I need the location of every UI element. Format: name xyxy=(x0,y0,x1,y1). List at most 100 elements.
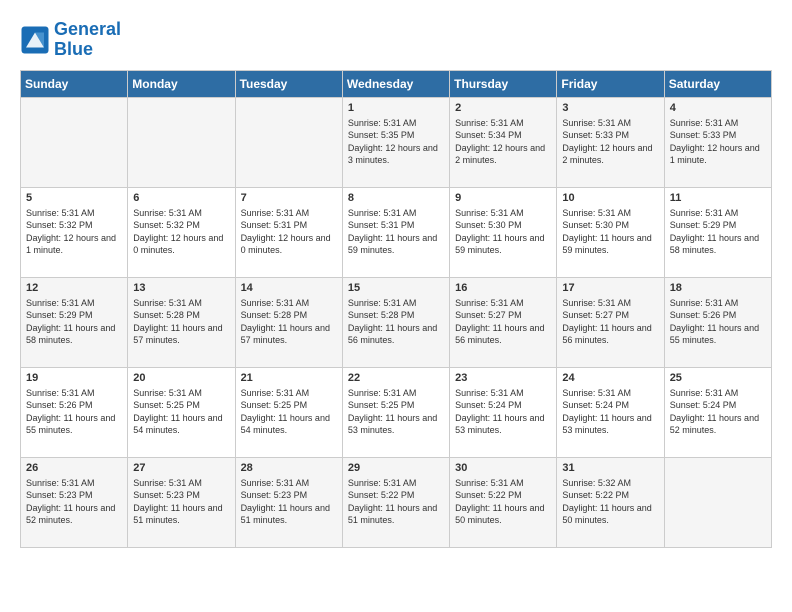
day-header-monday: Monday xyxy=(128,70,235,97)
day-number: 27 xyxy=(133,462,229,474)
day-header-sunday: Sunday xyxy=(21,70,128,97)
day-number: 11 xyxy=(670,192,766,204)
calendar-cell: 1Sunrise: 5:31 AM Sunset: 5:35 PM Daylig… xyxy=(342,97,449,187)
day-info: Sunrise: 5:31 AM Sunset: 5:25 PM Dayligh… xyxy=(241,387,337,437)
day-number: 15 xyxy=(348,282,444,294)
day-info: Sunrise: 5:31 AM Sunset: 5:23 PM Dayligh… xyxy=(241,477,337,527)
day-number: 18 xyxy=(670,282,766,294)
logo-icon xyxy=(20,25,50,55)
day-info: Sunrise: 5:31 AM Sunset: 5:29 PM Dayligh… xyxy=(26,297,122,347)
calendar-cell: 24Sunrise: 5:31 AM Sunset: 5:24 PM Dayli… xyxy=(557,367,664,457)
day-number: 22 xyxy=(348,372,444,384)
day-info: Sunrise: 5:31 AM Sunset: 5:28 PM Dayligh… xyxy=(133,297,229,347)
calendar-cell: 3 Sunrise: 5:31 AM Sunset: 5:33 PM Daylig… xyxy=(557,97,664,187)
day-number: 3 xyxy=(562,102,658,114)
day-info: Sunrise: 5:31 AM Sunset: 5:26 PM Dayligh… xyxy=(26,387,122,437)
day-header-wednesday: Wednesday xyxy=(342,70,449,97)
day-header-tuesday: Tuesday xyxy=(235,70,342,97)
day-number: 21 xyxy=(241,372,337,384)
header-row: SundayMondayTuesdayWednesdayThursdayFrid… xyxy=(21,70,772,97)
day-info: Sunrise: 5:31 AM Sunset: 5:27 PM Dayligh… xyxy=(562,297,658,347)
day-info: Sunrise: 5:31 AM Sunset: 5:24 PM Dayligh… xyxy=(455,387,551,437)
calendar-cell: 15Sunrise: 5:31 AM Sunset: 5:28 PM Dayli… xyxy=(342,277,449,367)
day-number: 14 xyxy=(241,282,337,294)
calendar-week-3: 12 Sunrise: 5:31 AM Sunset: 5:29 PM Dayli… xyxy=(21,277,772,367)
day-header-thursday: Thursday xyxy=(450,70,557,97)
day-number: 4 xyxy=(670,102,766,114)
calendar-cell: 18 Sunrise: 5:31 AM Sunset: 5:26 PM Dayli… xyxy=(664,277,771,367)
calendar-cell: 12 Sunrise: 5:31 AM Sunset: 5:29 PM Dayli… xyxy=(21,277,128,367)
day-info: Sunrise: 5:31 AM Sunset: 5:32 PM Dayligh… xyxy=(133,207,229,257)
day-info: Sunrise: 5:31 AM Sunset: 5:29 PM Dayligh… xyxy=(670,207,766,257)
calendar-cell: 14Sunrise: 5:31 AM Sunset: 5:28 PM Dayli… xyxy=(235,277,342,367)
calendar-cell: 29 Sunrise: 5:31 AM Sunset: 5:22 PM Dayli… xyxy=(342,457,449,547)
day-number: 23 xyxy=(455,372,551,384)
calendar-cell: 5 Sunrise: 5:31 AM Sunset: 5:32 PM Daylig… xyxy=(21,187,128,277)
logo: General Blue xyxy=(20,20,121,60)
calendar-cell: 2 Sunrise: 5:31 AM Sunset: 5:34 PM Daylig… xyxy=(450,97,557,187)
day-number: 2 xyxy=(455,102,551,114)
calendar-cell: 28 Sunrise: 5:31 AM Sunset: 5:23 PM Dayli… xyxy=(235,457,342,547)
calendar-cell xyxy=(128,97,235,187)
day-number: 30 xyxy=(455,462,551,474)
calendar-cell: 23 Sunrise: 5:31 AM Sunset: 5:24 PM Dayli… xyxy=(450,367,557,457)
day-info: Sunrise: 5:31 AM Sunset: 5:33 PM Dayligh… xyxy=(562,117,658,167)
day-number: 6 xyxy=(133,192,229,204)
day-header-saturday: Saturday xyxy=(664,70,771,97)
day-number: 10 xyxy=(562,192,658,204)
calendar-cell: 4 Sunrise: 5:31 AM Sunset: 5:33 PM Daylig… xyxy=(664,97,771,187)
day-info: Sunrise: 5:31 AM Sunset: 5:25 PM Dayligh… xyxy=(348,387,444,437)
day-info: Sunrise: 5:31 AM Sunset: 5:22 PM Dayligh… xyxy=(348,477,444,527)
calendar-cell: 27 Sunrise: 5:31 AM Sunset: 5:23 PM Dayli… xyxy=(128,457,235,547)
calendar-week-4: 19Sunrise: 5:31 AM Sunset: 5:26 PM Dayli… xyxy=(21,367,772,457)
calendar-header: SundayMondayTuesdayWednesdayThursdayFrid… xyxy=(21,70,772,97)
calendar-cell xyxy=(235,97,342,187)
calendar-table: SundayMondayTuesdayWednesdayThursdayFrid… xyxy=(20,70,772,548)
calendar-cell: 26Sunrise: 5:31 AM Sunset: 5:23 PM Dayli… xyxy=(21,457,128,547)
day-info: Sunrise: 5:31 AM Sunset: 5:34 PM Dayligh… xyxy=(455,117,551,167)
calendar-cell: 11 Sunrise: 5:31 AM Sunset: 5:29 PM Dayli… xyxy=(664,187,771,277)
day-number: 20 xyxy=(133,372,229,384)
calendar-week-2: 5 Sunrise: 5:31 AM Sunset: 5:32 PM Daylig… xyxy=(21,187,772,277)
day-number: 17 xyxy=(562,282,658,294)
calendar-cell: 22 Sunrise: 5:31 AM Sunset: 5:25 PM Dayli… xyxy=(342,367,449,457)
calendar-cell xyxy=(664,457,771,547)
day-info: Sunrise: 5:31 AM Sunset: 5:24 PM Dayligh… xyxy=(670,387,766,437)
day-info: Sunrise: 5:31 AM Sunset: 5:35 PM Dayligh… xyxy=(348,117,444,167)
day-number: 7 xyxy=(241,192,337,204)
calendar-cell: 19Sunrise: 5:31 AM Sunset: 5:26 PM Dayli… xyxy=(21,367,128,457)
calendar-cell: 20Sunrise: 5:31 AM Sunset: 5:25 PM Dayli… xyxy=(128,367,235,457)
calendar-cell: 7Sunrise: 5:31 AM Sunset: 5:31 PM Daylig… xyxy=(235,187,342,277)
day-number: 8 xyxy=(348,192,444,204)
day-number: 28 xyxy=(241,462,337,474)
calendar-cell: 13 Sunrise: 5:31 AM Sunset: 5:28 PM Dayli… xyxy=(128,277,235,367)
day-header-friday: Friday xyxy=(557,70,664,97)
logo-text: General Blue xyxy=(54,20,121,60)
calendar-body: 1Sunrise: 5:31 AM Sunset: 5:35 PM Daylig… xyxy=(21,97,772,547)
day-number: 16 xyxy=(455,282,551,294)
calendar-week-5: 26 Sunrise: 5:31 AM Sunset: 5:23 PM Dayli… xyxy=(21,457,772,547)
day-number: 5 xyxy=(26,192,122,204)
calendar-cell: 31 Sunrise: 5:32 AM Sunset: 5:22 PM Dayli… xyxy=(557,457,664,547)
calendar-cell: 30Sunrise: 5:31 AM Sunset: 5:22 PM Dayli… xyxy=(450,457,557,547)
day-info: Sunrise: 5:31 AM Sunset: 5:27 PM Dayligh… xyxy=(455,297,551,347)
day-info: Sunrise: 5:31 AM Sunset: 5:33 PM Dayligh… xyxy=(670,117,766,167)
day-number: 12 xyxy=(26,282,122,294)
day-info: Sunrise: 5:31 AM Sunset: 5:26 PM Dayligh… xyxy=(670,297,766,347)
calendar-cell: 10Sunrise: 5:31 AM Sunset: 5:30 PM Dayli… xyxy=(557,187,664,277)
day-number: 31 xyxy=(562,462,658,474)
day-number: 13 xyxy=(133,282,229,294)
day-number: 29 xyxy=(348,462,444,474)
day-info: Sunrise: 5:31 AM Sunset: 5:24 PM Dayligh… xyxy=(562,387,658,437)
calendar-cell: 9Sunrise: 5:31 AM Sunset: 5:30 PM Daylig… xyxy=(450,187,557,277)
page-header: General Blue xyxy=(20,20,772,60)
calendar-cell xyxy=(21,97,128,187)
day-number: 26 xyxy=(26,462,122,474)
calendar-cell: 16 Sunrise: 5:31 AM Sunset: 5:27 PM Dayli… xyxy=(450,277,557,367)
day-info: Sunrise: 5:32 AM Sunset: 5:22 PM Dayligh… xyxy=(562,477,658,527)
calendar-cell: 25Sunrise: 5:31 AM Sunset: 5:24 PM Dayli… xyxy=(664,367,771,457)
calendar-week-1: 1Sunrise: 5:31 AM Sunset: 5:35 PM Daylig… xyxy=(21,97,772,187)
day-info: Sunrise: 5:31 AM Sunset: 5:23 PM Dayligh… xyxy=(133,477,229,527)
day-info: Sunrise: 5:31 AM Sunset: 5:32 PM Dayligh… xyxy=(26,207,122,257)
calendar-cell: 6 Sunrise: 5:31 AM Sunset: 5:32 PM Daylig… xyxy=(128,187,235,277)
